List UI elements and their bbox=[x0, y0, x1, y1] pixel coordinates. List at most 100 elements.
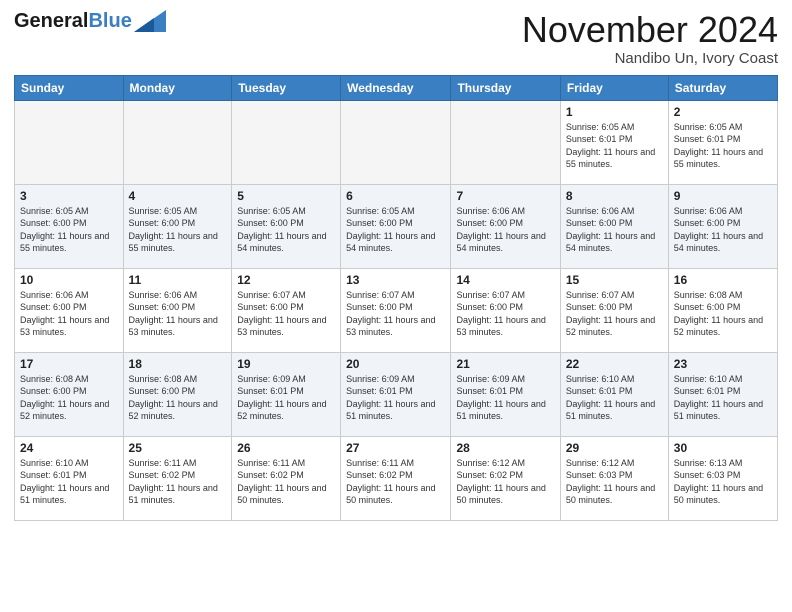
calendar-cell-w5d2: 26 Sunrise: 6:11 AMSunset: 6:02 PMDayligh… bbox=[232, 436, 341, 520]
day-info: Sunrise: 6:07 AMSunset: 6:00 PMDaylight:… bbox=[456, 289, 554, 339]
day-number: 25 bbox=[129, 441, 227, 455]
calendar-cell-w4d3: 20 Sunrise: 6:09 AMSunset: 6:01 PMDayligh… bbox=[341, 352, 451, 436]
day-info: Sunrise: 6:11 AMSunset: 6:02 PMDaylight:… bbox=[237, 457, 335, 507]
day-number: 3 bbox=[20, 189, 118, 203]
calendar-cell-w1d0 bbox=[15, 100, 124, 184]
day-info: Sunrise: 6:11 AMSunset: 6:02 PMDaylight:… bbox=[129, 457, 227, 507]
day-info: Sunrise: 6:06 AMSunset: 6:00 PMDaylight:… bbox=[674, 205, 772, 255]
day-number: 9 bbox=[674, 189, 772, 203]
day-info: Sunrise: 6:09 AMSunset: 6:01 PMDaylight:… bbox=[237, 373, 335, 423]
col-friday: Friday bbox=[560, 75, 668, 100]
calendar-cell-w5d1: 25 Sunrise: 6:11 AMSunset: 6:02 PMDayligh… bbox=[123, 436, 232, 520]
calendar-cell-w4d6: 23 Sunrise: 6:10 AMSunset: 6:01 PMDayligh… bbox=[668, 352, 777, 436]
day-info: Sunrise: 6:05 AMSunset: 6:01 PMDaylight:… bbox=[674, 121, 772, 171]
day-info: Sunrise: 6:12 AMSunset: 6:03 PMDaylight:… bbox=[566, 457, 663, 507]
col-tuesday: Tuesday bbox=[232, 75, 341, 100]
day-number: 16 bbox=[674, 273, 772, 287]
day-info: Sunrise: 6:05 AMSunset: 6:00 PMDaylight:… bbox=[20, 205, 118, 255]
calendar-cell-w1d4 bbox=[451, 100, 560, 184]
day-number: 11 bbox=[129, 273, 227, 287]
calendar-header-row: Sunday Monday Tuesday Wednesday Thursday… bbox=[15, 75, 778, 100]
calendar-cell-w5d5: 29 Sunrise: 6:12 AMSunset: 6:03 PMDayligh… bbox=[560, 436, 668, 520]
day-number: 23 bbox=[674, 357, 772, 371]
day-number: 8 bbox=[566, 189, 663, 203]
calendar-cell-w2d2: 5Sunrise: 6:05 AMSunset: 6:00 PMDaylight… bbox=[232, 184, 341, 268]
col-thursday: Thursday bbox=[451, 75, 560, 100]
day-number: 10 bbox=[20, 273, 118, 287]
day-number: 20 bbox=[346, 357, 445, 371]
week-row-2: 3 Sunrise: 6:05 AMSunset: 6:00 PMDaylight… bbox=[15, 184, 778, 268]
calendar-cell-w3d5: 15 Sunrise: 6:07 AMSunset: 6:00 PMDayligh… bbox=[560, 268, 668, 352]
col-saturday: Saturday bbox=[668, 75, 777, 100]
month-title: November 2024 bbox=[522, 10, 778, 50]
logo-area: GeneralBlue bbox=[14, 10, 166, 32]
location: Nandibo Un, Ivory Coast bbox=[522, 50, 778, 67]
calendar-cell-w4d0: 17 Sunrise: 6:08 AMSunset: 6:00 PMDayligh… bbox=[15, 352, 124, 436]
day-info: Sunrise: 6:12 AMSunset: 6:02 PMDaylight:… bbox=[456, 457, 554, 507]
calendar-cell-w1d1 bbox=[123, 100, 232, 184]
logo-blue: Blue bbox=[88, 10, 131, 32]
day-number: 15 bbox=[566, 273, 663, 287]
day-number: 7 bbox=[456, 189, 554, 203]
day-info: Sunrise: 6:07 AMSunset: 6:00 PMDaylight:… bbox=[566, 289, 663, 339]
day-number: 28 bbox=[456, 441, 554, 455]
day-info: Sunrise: 6:06 AMSunset: 6:00 PMDaylight:… bbox=[456, 205, 554, 255]
day-number: 18 bbox=[129, 357, 227, 371]
day-number: 29 bbox=[566, 441, 663, 455]
calendar-cell-w4d5: 22 Sunrise: 6:10 AMSunset: 6:01 PMDayligh… bbox=[560, 352, 668, 436]
day-info: Sunrise: 6:06 AMSunset: 6:00 PMDaylight:… bbox=[129, 289, 227, 339]
calendar-cell-w3d1: 11 Sunrise: 6:06 AMSunset: 6:00 PMDayligh… bbox=[123, 268, 232, 352]
calendar-cell-w5d4: 28 Sunrise: 6:12 AMSunset: 6:02 PMDayligh… bbox=[451, 436, 560, 520]
calendar-cell-w1d3 bbox=[341, 100, 451, 184]
week-row-5: 24Sunrise: 6:10 AMSunset: 6:01 PMDayligh… bbox=[15, 436, 778, 520]
day-info: Sunrise: 6:06 AMSunset: 6:00 PMDaylight:… bbox=[566, 205, 663, 255]
logo-general: General bbox=[14, 10, 88, 32]
title-area: November 2024 Nandibo Un, Ivory Coast bbox=[522, 10, 778, 67]
calendar-cell-w3d0: 10 Sunrise: 6:06 AMSunset: 6:00 PMDayligh… bbox=[15, 268, 124, 352]
calendar-table: Sunday Monday Tuesday Wednesday Thursday… bbox=[14, 75, 778, 521]
day-info: Sunrise: 6:05 AMSunset: 6:00 PMDaylight:… bbox=[346, 205, 445, 255]
calendar-cell-w4d2: 19 Sunrise: 6:09 AMSunset: 6:01 PMDayligh… bbox=[232, 352, 341, 436]
day-info: Sunrise: 6:06 AMSunset: 6:00 PMDaylight:… bbox=[20, 289, 118, 339]
calendar-cell-w3d2: 12 Sunrise: 6:07 AMSunset: 6:00 PMDayligh… bbox=[232, 268, 341, 352]
week-row-3: 10 Sunrise: 6:06 AMSunset: 6:00 PMDayligh… bbox=[15, 268, 778, 352]
day-number: 1 bbox=[566, 105, 663, 119]
calendar-cell-w3d6: 16 Sunrise: 6:08 AMSunset: 6:00 PMDayligh… bbox=[668, 268, 777, 352]
day-number: 19 bbox=[237, 357, 335, 371]
calendar-cell-w2d5: 8 Sunrise: 6:06 AMSunset: 6:00 PMDaylight… bbox=[560, 184, 668, 268]
calendar-cell-w1d5: 1Sunrise: 6:05 AMSunset: 6:01 PMDaylight… bbox=[560, 100, 668, 184]
day-number: 24 bbox=[20, 441, 118, 455]
col-monday: Monday bbox=[123, 75, 232, 100]
week-row-1: 1 Sunrise: 6:05 AMSunset: 6:01 PMDaylight… bbox=[15, 100, 778, 184]
calendar-cell-w2d1: 4 Sunrise: 6:05 AMSunset: 6:00 PMDaylight… bbox=[123, 184, 232, 268]
day-number: 17 bbox=[20, 357, 118, 371]
day-info: Sunrise: 6:07 AMSunset: 6:00 PMDaylight:… bbox=[237, 289, 335, 339]
day-info: Sunrise: 6:10 AMSunset: 6:01 PMDaylight:… bbox=[566, 373, 663, 423]
page-container: GeneralBlue November 2024 Nandibo Un, Iv… bbox=[0, 0, 792, 529]
calendar-cell-w1d6: 2Sunrise: 6:05 AMSunset: 6:01 PMDaylight… bbox=[668, 100, 777, 184]
calendar-cell-w5d0: 24Sunrise: 6:10 AMSunset: 6:01 PMDayligh… bbox=[15, 436, 124, 520]
day-number: 22 bbox=[566, 357, 663, 371]
week-row-4: 17 Sunrise: 6:08 AMSunset: 6:00 PMDayligh… bbox=[15, 352, 778, 436]
day-info: Sunrise: 6:08 AMSunset: 6:00 PMDaylight:… bbox=[674, 289, 772, 339]
calendar-cell-w2d0: 3 Sunrise: 6:05 AMSunset: 6:00 PMDaylight… bbox=[15, 184, 124, 268]
day-info: Sunrise: 6:05 AMSunset: 6:00 PMDaylight:… bbox=[237, 205, 335, 255]
day-info: Sunrise: 6:05 AMSunset: 6:00 PMDaylight:… bbox=[129, 205, 227, 255]
day-number: 12 bbox=[237, 273, 335, 287]
day-number: 13 bbox=[346, 273, 445, 287]
day-number: 14 bbox=[456, 273, 554, 287]
calendar-cell-w1d2 bbox=[232, 100, 341, 184]
day-info: Sunrise: 6:10 AMSunset: 6:01 PMDaylight:… bbox=[674, 373, 772, 423]
calendar-cell-w4d4: 21Sunrise: 6:09 AMSunset: 6:01 PMDayligh… bbox=[451, 352, 560, 436]
day-info: Sunrise: 6:07 AMSunset: 6:00 PMDaylight:… bbox=[346, 289, 445, 339]
day-number: 6 bbox=[346, 189, 445, 203]
calendar-cell-w3d4: 14 Sunrise: 6:07 AMSunset: 6:00 PMDayligh… bbox=[451, 268, 560, 352]
col-sunday: Sunday bbox=[15, 75, 124, 100]
day-number: 4 bbox=[129, 189, 227, 203]
day-info: Sunrise: 6:08 AMSunset: 6:00 PMDaylight:… bbox=[20, 373, 118, 423]
day-info: Sunrise: 6:09 AMSunset: 6:01 PMDaylight:… bbox=[346, 373, 445, 423]
day-info: Sunrise: 6:11 AMSunset: 6:02 PMDaylight:… bbox=[346, 457, 445, 507]
calendar-cell-w3d3: 13 Sunrise: 6:07 AMSunset: 6:00 PMDayligh… bbox=[341, 268, 451, 352]
day-number: 26 bbox=[237, 441, 335, 455]
calendar-cell-w2d3: 6 Sunrise: 6:05 AMSunset: 6:00 PMDaylight… bbox=[341, 184, 451, 268]
